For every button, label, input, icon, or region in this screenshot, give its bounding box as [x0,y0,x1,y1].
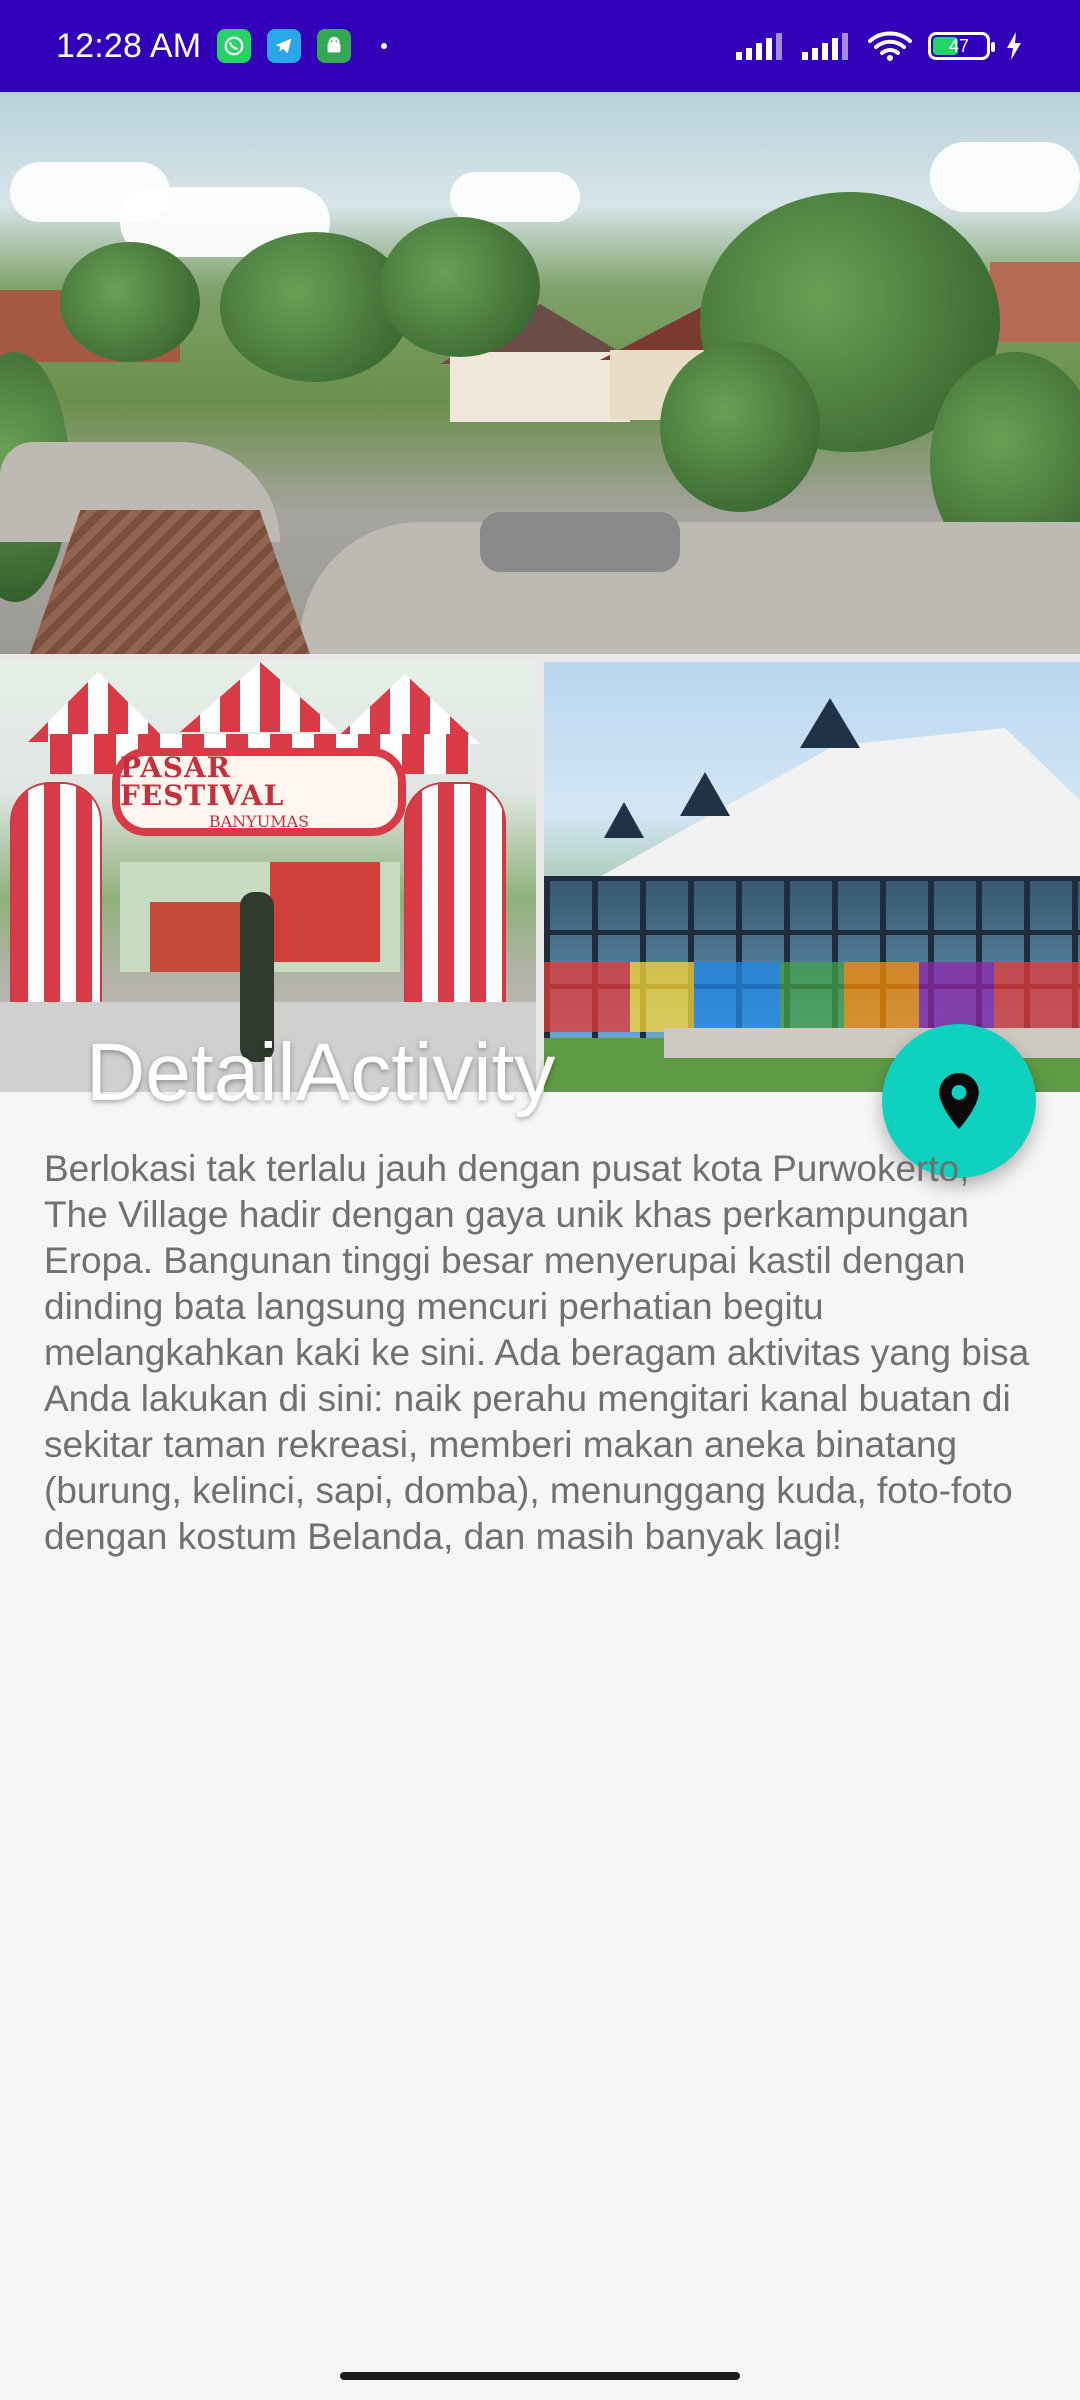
photo-divider [0,654,1080,662]
location-pin-icon [939,1073,979,1129]
pasar-festival-sign: PASAR FESTIVAL BANYUMAS [112,748,406,836]
status-bar: 12:28 AM 47 [0,0,1080,92]
glasshouse-photo [544,662,1080,1092]
status-time: 12:28 AM [56,26,202,65]
signal-icon [736,33,782,60]
description-text: Berlokasi tak terlalu jauh dengan pusat … [44,1148,1030,1557]
battery-icon: 47 [928,32,995,60]
charging-icon [1007,32,1021,60]
signal-icon [802,33,848,60]
page-title: DetailActivity [86,1027,556,1118]
village-park-photo [0,92,1080,654]
notification-icons [217,29,352,63]
android-icon [317,29,352,63]
whatsapp-icon [217,29,252,63]
sign-sub-text: BANYUMAS [208,811,310,831]
more-notifications-dot-icon [381,43,388,49]
wifi-icon [868,31,912,61]
status-right-icons: 47 [734,29,1024,63]
battery-level: 47 [948,35,970,56]
home-gesture-bar[interactable] [340,2372,740,2380]
sign-main-text: PASAR FESTIVAL [120,750,285,812]
header-image: PASAR FESTIVAL BANYUMAS DetailActivity [0,92,1080,1114]
telegram-icon [267,29,302,63]
